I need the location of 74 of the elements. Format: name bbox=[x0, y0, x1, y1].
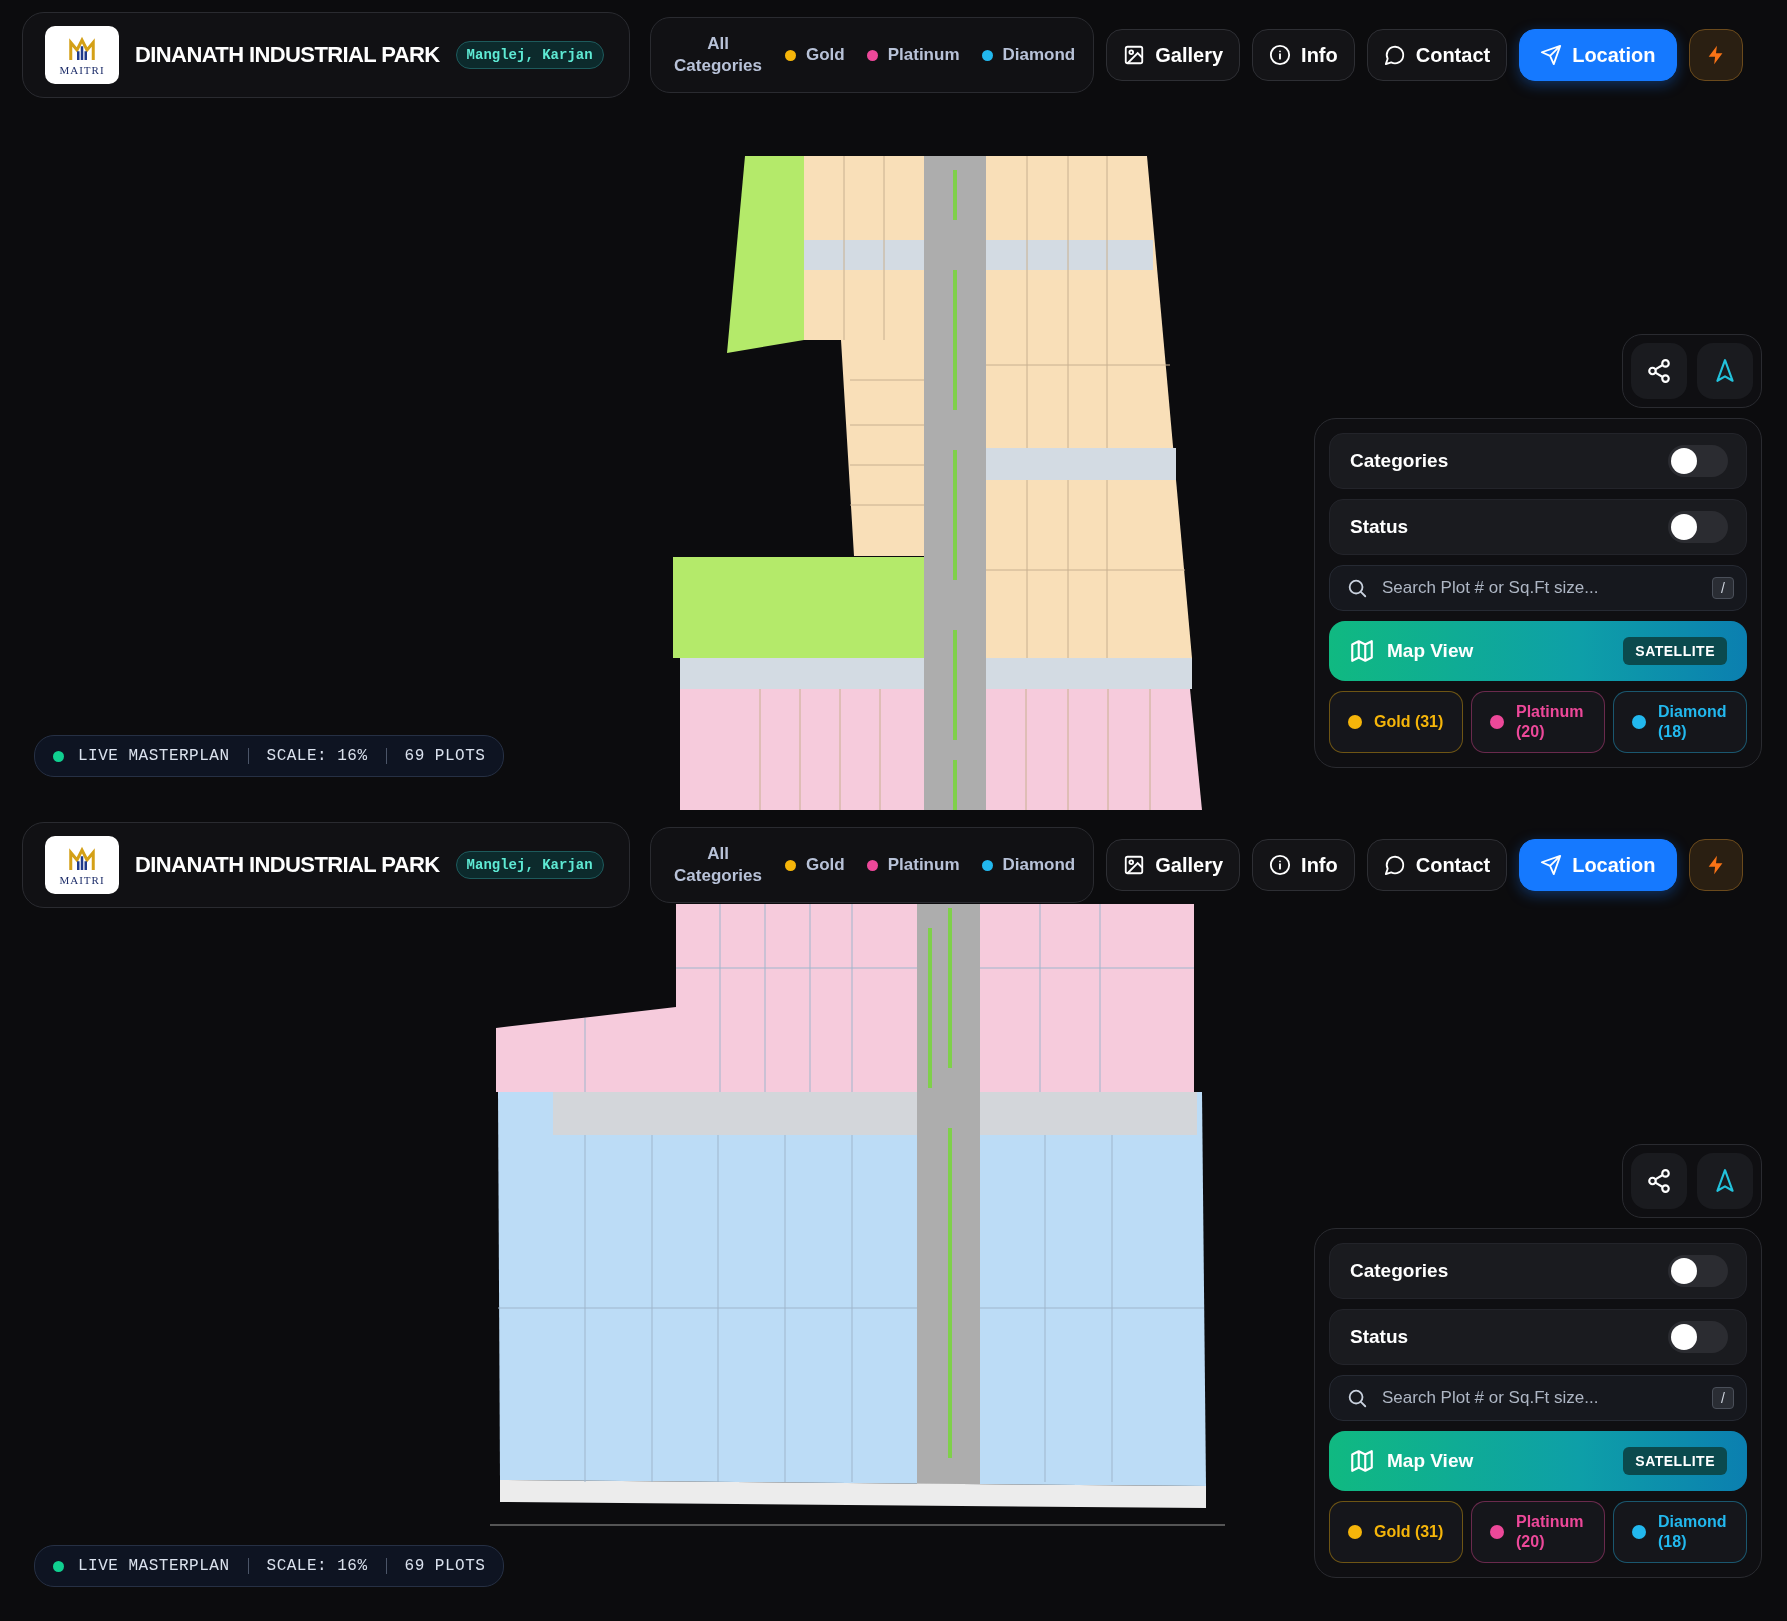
chat-bubble-icon bbox=[1383, 854, 1406, 876]
logo-text: MAITRI bbox=[59, 874, 105, 886]
satellite-badge: SATELLITE bbox=[1623, 637, 1727, 665]
category-filter[interactable]: Gold bbox=[785, 45, 845, 65]
share-icon bbox=[1646, 1168, 1672, 1194]
paper-plane-icon bbox=[1540, 44, 1563, 66]
search-input[interactable]: Search Plot # or Sq.Ft size... bbox=[1380, 1387, 1701, 1409]
gallery-button[interactable]: Gallery bbox=[1106, 29, 1241, 81]
search-icon bbox=[1346, 1387, 1368, 1409]
category-filter[interactable]: All Categories bbox=[673, 32, 763, 78]
toggle-label: Categories bbox=[1350, 1260, 1449, 1282]
category-filter[interactable]: Platinum bbox=[866, 855, 960, 875]
share-icon bbox=[1646, 358, 1672, 384]
info-icon bbox=[1269, 854, 1292, 876]
map-view-button[interactable]: Map View SATELLITE bbox=[1329, 621, 1747, 681]
contact-button[interactable]: Contact bbox=[1366, 29, 1508, 81]
location-badge: Manglej, Karjan bbox=[455, 41, 604, 69]
toggle-label: Categories bbox=[1350, 450, 1449, 472]
location-button[interactable]: Location bbox=[1519, 839, 1677, 891]
legend-chip[interactable]: Platinum (20) bbox=[1471, 1501, 1605, 1563]
paper-plane-icon bbox=[1540, 854, 1563, 876]
share-button[interactable] bbox=[1631, 1153, 1687, 1209]
info-button[interactable]: Info bbox=[1252, 29, 1355, 81]
toggle-switch[interactable] bbox=[1668, 511, 1728, 543]
logo-text: MAITRI bbox=[59, 64, 105, 76]
satellite-badge: SATELLITE bbox=[1623, 1447, 1727, 1475]
toggle-switch[interactable] bbox=[1668, 445, 1728, 477]
map-view-button[interactable]: Map View SATELLITE bbox=[1329, 1431, 1747, 1491]
quick-action-button[interactable] bbox=[1688, 29, 1743, 81]
legend-chip[interactable]: Diamond (18) bbox=[1613, 691, 1747, 753]
contact-button[interactable]: Contact bbox=[1366, 839, 1508, 891]
toggle-label: Status bbox=[1350, 516, 1409, 538]
toggle-label: Status bbox=[1350, 1326, 1409, 1348]
live-label: LIVE MASTERPLAN bbox=[78, 1557, 230, 1575]
category-filter[interactable]: Diamond bbox=[981, 45, 1076, 65]
shortcut-key: / bbox=[1712, 577, 1734, 599]
legend-chip[interactable]: Platinum (20) bbox=[1471, 691, 1605, 753]
live-indicator-icon bbox=[53, 1560, 64, 1572]
category-filter[interactable]: Gold bbox=[785, 855, 845, 875]
image-icon bbox=[1123, 44, 1146, 66]
legend-chip[interactable]: Gold (31) bbox=[1329, 1501, 1463, 1563]
live-label: LIVE MASTERPLAN bbox=[78, 747, 230, 765]
gallery-button[interactable]: Gallery bbox=[1106, 839, 1241, 891]
map-icon bbox=[1349, 1448, 1375, 1474]
toggle-switch[interactable] bbox=[1668, 1321, 1728, 1353]
live-indicator-icon bbox=[53, 750, 64, 762]
scale-label: SCALE: 16% bbox=[266, 747, 368, 765]
location-badge: Manglej, Karjan bbox=[455, 851, 604, 879]
info-button[interactable]: Info bbox=[1252, 839, 1355, 891]
location-button[interactable]: Location bbox=[1519, 29, 1677, 81]
share-button[interactable] bbox=[1631, 343, 1687, 399]
legend-chip[interactable]: Gold (31) bbox=[1329, 691, 1463, 753]
search-field[interactable]: Search Plot # or Sq.Ft size... / bbox=[1329, 565, 1747, 611]
park-title: DINANATH INDUSTRIAL PARK bbox=[135, 852, 440, 878]
search-field[interactable]: Search Plot # or Sq.Ft size... / bbox=[1329, 1375, 1747, 1421]
quick-action-button[interactable] bbox=[1688, 839, 1743, 891]
chat-bubble-icon bbox=[1383, 44, 1406, 66]
navigate-button[interactable] bbox=[1697, 1153, 1753, 1209]
category-filter[interactable]: Platinum bbox=[866, 45, 960, 65]
toggle-switch[interactable] bbox=[1668, 1255, 1728, 1287]
park-title: DINANATH INDUSTRIAL PARK bbox=[135, 42, 440, 68]
navigate-button[interactable] bbox=[1697, 343, 1753, 399]
scale-label: SCALE: 16% bbox=[266, 1557, 368, 1575]
category-filter[interactable]: Diamond bbox=[981, 855, 1076, 875]
map-icon bbox=[1349, 638, 1375, 664]
image-icon bbox=[1123, 854, 1146, 876]
plot-count: 69 PLOTS bbox=[404, 747, 486, 765]
info-icon bbox=[1269, 44, 1292, 66]
search-input[interactable]: Search Plot # or Sq.Ft size... bbox=[1380, 577, 1701, 599]
legend-chip[interactable]: Diamond (18) bbox=[1613, 1501, 1747, 1563]
search-icon bbox=[1346, 577, 1368, 599]
category-filter[interactable]: All Categories bbox=[673, 842, 763, 888]
shortcut-key: / bbox=[1712, 1387, 1734, 1409]
plot-count: 69 PLOTS bbox=[404, 1557, 486, 1575]
